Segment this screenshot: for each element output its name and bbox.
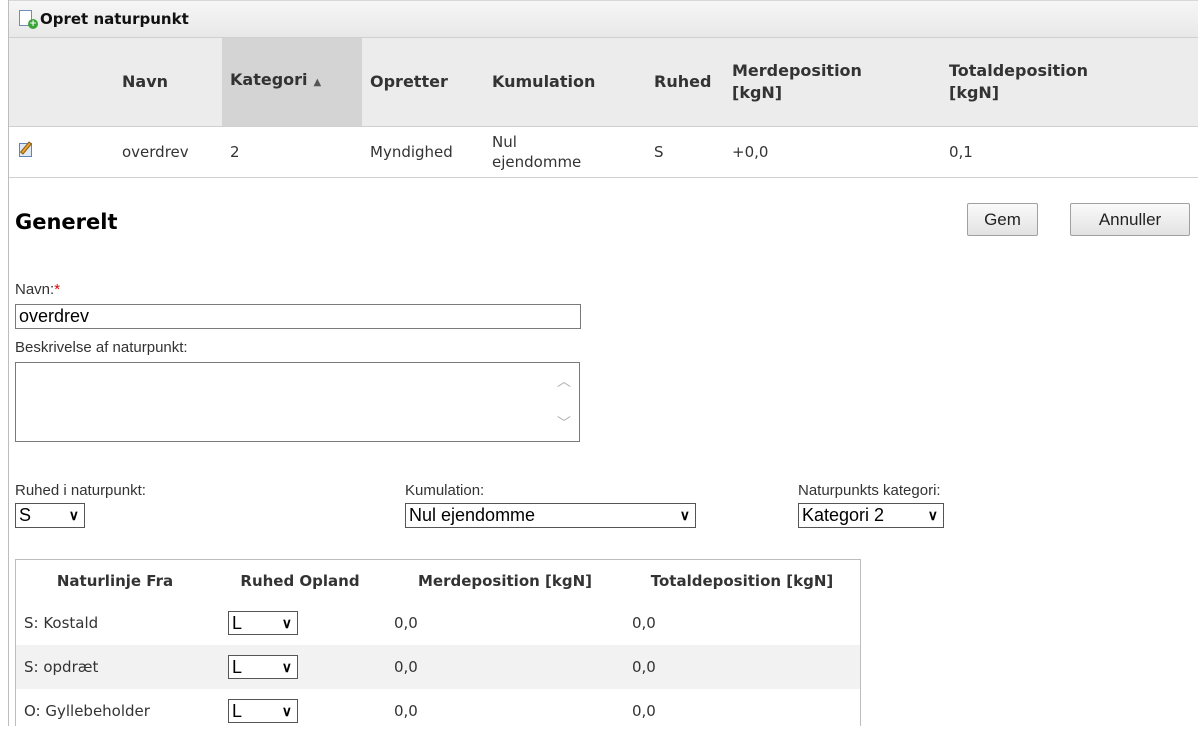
new-document-icon: + [19,10,38,29]
cell-ruhed: L ∨ [214,689,386,733]
header-merdeposition: Merdeposition [kgN] [386,560,624,601]
cell-fra: O: Gyllebeholder [24,702,150,720]
cell-total: 0,0 [632,614,656,632]
ruhed-opland-select[interactable]: L ∨ [228,655,298,679]
naturpunkt-table: Navn Kategori ▲ Opretter Kumulation Ruhed… [9,38,1198,178]
kumulation-select[interactable]: Nul ejendomme ∨ [405,503,696,528]
section-title: Generelt [15,210,118,234]
beskrivelse-label: Beskrivelse af naturpunkt: [15,339,188,356]
cell-kategori: 2 [222,126,362,178]
cancel-button[interactable]: Annuller [1070,203,1190,236]
chevron-down-icon: ∨ [679,507,690,523]
required-marker: * [54,281,61,298]
cell-total: 0,0 [624,645,860,689]
save-button[interactable]: Gem [967,203,1038,236]
navn-label: Navn:* [15,281,61,298]
naturpunkt-panel: + Opret naturpunkt Navn Kategori ▲ Oprett… [8,0,1198,726]
scroll-up-icon[interactable]: ︿ [557,371,571,391]
navn-input[interactable]: overdrev [15,304,581,329]
cell-navn: overdrev [114,126,222,178]
panel-titlebar: + Opret naturpunkt [9,0,1198,38]
cell-mer: 0,0 [394,702,418,720]
kumulation-select-value: Nul ejendomme [409,505,536,525]
ruhed-opland-select[interactable]: L ∨ [228,699,298,723]
cell-total: 0,0 [632,702,656,720]
cell-kumulation: Nul ejendomme [484,126,646,178]
cell-ruhed: L ∨ [214,645,386,689]
cell-ruhed: L ∨ [214,601,386,645]
chevron-down-icon: ∨ [927,507,938,523]
table-row: S: Kostald L ∨ 0,0 0,0 [16,601,860,645]
header-opretter[interactable]: Opretter [362,38,484,127]
chevron-down-icon: ∨ [68,507,79,523]
chevron-down-icon: ∨ [281,615,292,631]
edit-icon[interactable] [19,141,35,157]
panel-title: Opret naturpunkt [40,10,189,28]
sort-ascending-icon: ▲ [313,77,322,89]
kumulation-label: Kumulation: [405,482,485,499]
edit-cell[interactable] [9,126,114,178]
header-ruhed-opland: Ruhed Opland [214,560,386,601]
cell-mer: 0,0 [394,614,418,632]
ruhed-label: Ruhed i naturpunkt: [15,482,146,499]
scroll-down-icon[interactable]: ﹀ [557,413,571,433]
ruhed-opland-select[interactable]: L ∨ [228,611,298,635]
table-row[interactable]: overdrev 2 Myndighed Nul ejendomme S +0,… [9,126,1198,178]
table-row: O: Gyllebeholder L ∨ 0,0 0,0 [16,689,860,733]
cell-totaldeposition: 0,1 [941,126,1198,178]
naturlinje-table-container: Naturlinje Fra Ruhed Opland Merdepositio… [15,559,861,726]
ruhed-select[interactable]: S ∨ [15,503,85,528]
header-navn[interactable]: Navn [114,38,222,127]
header-naturlinje-fra: Naturlinje Fra [16,560,214,601]
kategori-label: Naturpunkts kategori: [798,482,941,499]
header-kumulation[interactable]: Kumulation [484,38,646,127]
kategori-select-value: Kategori 2 [802,505,885,525]
cell-mer: 0,0 [386,645,624,689]
cell-merdeposition: +0,0 [724,126,941,178]
cell-fra: S: opdræt [16,645,214,689]
kategori-select[interactable]: Kategori 2 ∨ [798,503,944,528]
beskrivelse-textarea[interactable]: ︿ ﹀ [15,362,580,442]
header-actions [9,38,114,127]
header-kategori[interactable]: Kategori ▲ [222,38,362,127]
header-totaldeposition: Totaldeposition [kgN] [624,560,860,601]
naturlinje-table: Naturlinje Fra Ruhed Opland Merdepositio… [16,560,860,733]
chevron-down-icon: ∨ [281,659,292,675]
header-ruhed[interactable]: Ruhed [646,38,724,127]
cell-opretter: Myndighed [362,126,484,178]
table-row: S: opdræt L ∨ 0,0 0,0 [16,645,860,689]
header-kategori-label: Kategori [230,70,308,90]
ruhed-select-value: S [19,505,32,525]
chevron-down-icon: ∨ [281,703,292,719]
cell-fra: S: Kostald [24,614,99,632]
cell-ruhed: S [646,126,724,178]
header-totaldeposition[interactable]: Totaldeposition [kgN] [941,38,1198,127]
header-merdeposition[interactable]: Merdeposition [kgN] [724,38,941,127]
